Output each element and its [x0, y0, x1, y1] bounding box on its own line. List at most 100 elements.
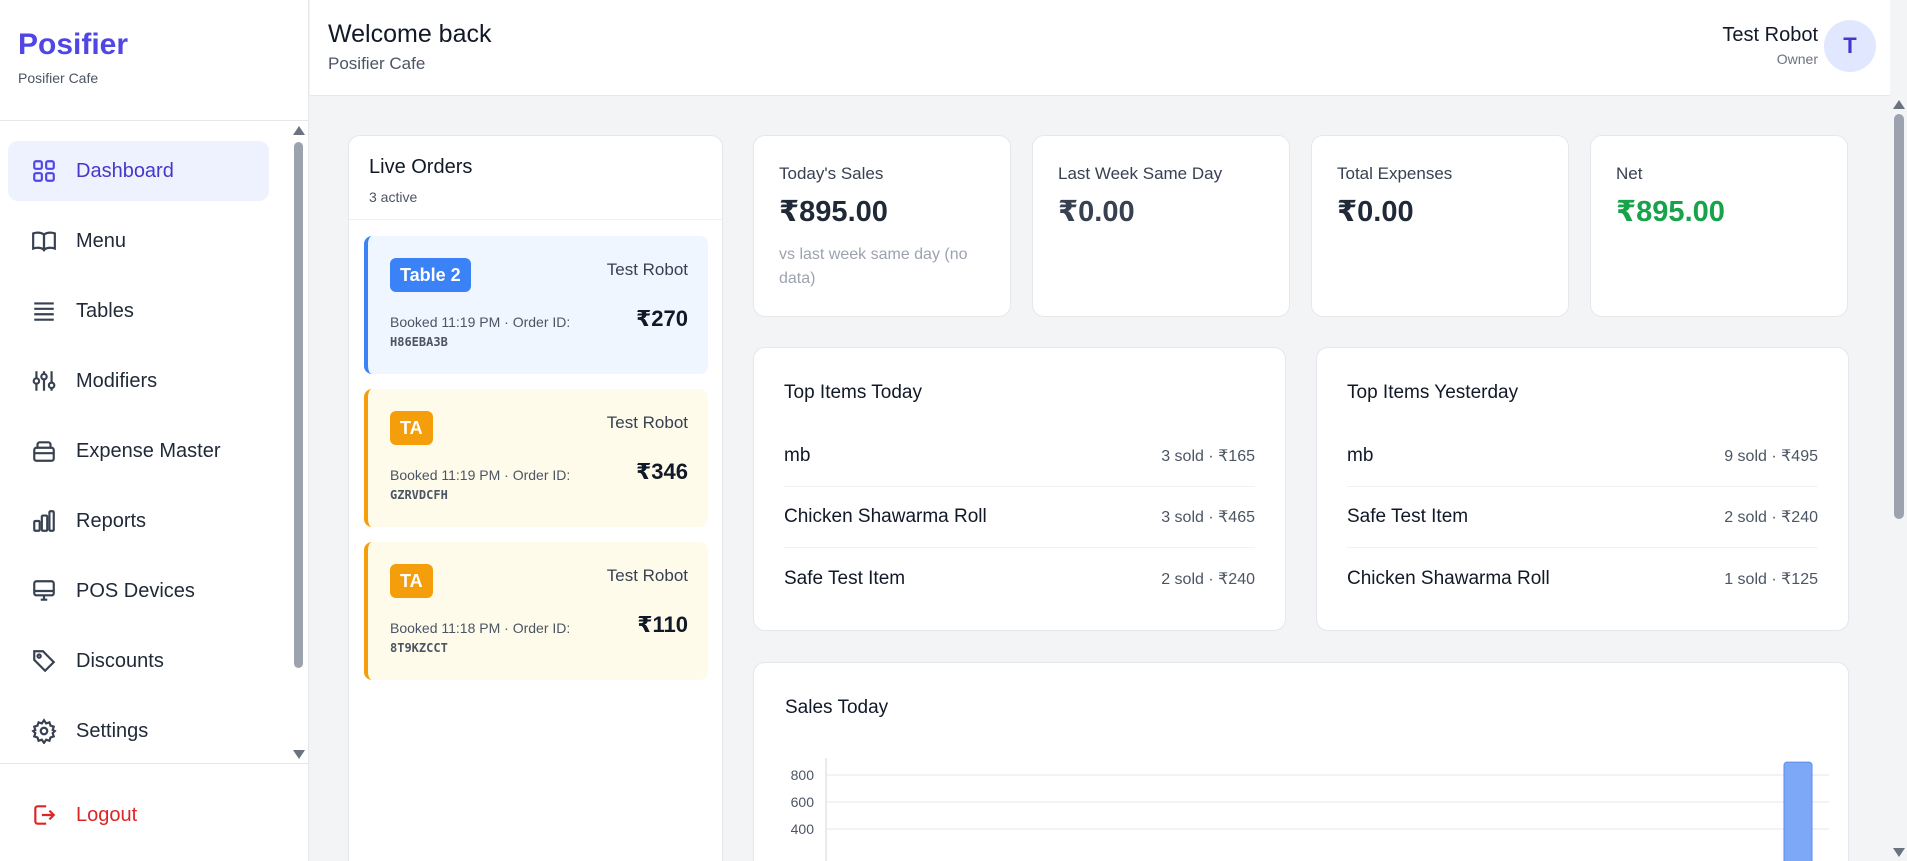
brand: Posifier Posifier Cafe — [0, 0, 308, 121]
order-card[interactable]: TA Test Robot Booked 11:19 PM · Order ID… — [364, 389, 708, 527]
live-orders-panel: Live Orders 3 active Table 2 Test Robot … — [348, 135, 723, 861]
sidebar-item-label: Settings — [76, 719, 149, 742]
sidebar-item-settings[interactable]: Settings — [8, 701, 269, 761]
scroll-up-icon[interactable] — [293, 126, 305, 135]
sales-chart: 800 600 400 — [791, 758, 1829, 861]
y-tick-label: 400 — [791, 821, 815, 837]
order-tag: TA — [390, 411, 433, 445]
stat-value: ₹895.00 — [1616, 196, 1725, 228]
stat-label: Net — [1616, 164, 1643, 183]
gear-icon — [30, 717, 58, 745]
divider — [0, 763, 309, 764]
scroll-up-icon[interactable] — [1893, 100, 1905, 109]
item-meta: 2 sold · ₹240 — [1161, 570, 1255, 588]
sidebar-item-tables[interactable]: Tables — [8, 281, 269, 341]
scroll-thumb[interactable] — [294, 142, 303, 668]
item-name: Chicken Shawarma Roll — [784, 506, 987, 527]
scroll-down-icon[interactable] — [1893, 848, 1905, 857]
card-title: Top Items Yesterday — [1347, 382, 1519, 403]
order-waiter: Test Robot — [606, 260, 688, 279]
item-meta: 2 sold · ₹240 — [1724, 509, 1818, 526]
sidebar-item-label: POS Devices — [76, 579, 195, 602]
tag-icon — [30, 647, 58, 675]
stat-card-last-week: Last Week Same Day ₹0.00 — [1032, 135, 1290, 317]
list-item: Chicken Shawarma Roll 3 sold · ₹465 — [784, 487, 1255, 548]
sidebar-item-reports[interactable]: Reports — [8, 491, 269, 551]
sidebar-item-dashboard[interactable]: Dashboard — [8, 141, 269, 201]
list-item: mb 9 sold · ₹495 — [1347, 426, 1818, 487]
stat-card-total-expenses: Total Expenses ₹0.00 — [1311, 135, 1569, 317]
order-card[interactable]: TA Test Robot Booked 11:18 PM · Order ID… — [364, 542, 708, 680]
order-amount: ₹270 — [635, 306, 688, 331]
sidebar-item-pos-devices[interactable]: POS Devices — [8, 561, 269, 621]
order-card[interactable]: Table 2 Test Robot Booked 11:19 PM · Ord… — [364, 236, 708, 374]
live-orders-title: Live Orders — [369, 156, 473, 178]
order-amount: ₹346 — [635, 459, 688, 484]
live-orders-header: Live Orders 3 active — [349, 136, 722, 220]
logout-label: Logout — [76, 803, 138, 826]
sidebar-nav: Dashboard Menu Tables Modifiers Expense … — [0, 122, 292, 762]
item-meta: 9 sold · ₹495 — [1724, 448, 1818, 465]
item-meta: 3 sold · ₹465 — [1161, 509, 1255, 526]
stat-card-net: Net ₹895.00 — [1590, 135, 1848, 317]
page-subtitle: Posifier Cafe — [328, 54, 426, 73]
wallet-icon — [30, 437, 58, 465]
sidebar-item-label: Discounts — [76, 649, 164, 672]
live-orders-count: 3 active — [369, 189, 418, 205]
top-items-today: Top Items Today mb 3 sold · ₹165 Chicken… — [753, 347, 1286, 631]
monitor-icon — [30, 577, 58, 605]
y-tick-label: 800 — [791, 767, 815, 783]
sidebar-item-menu[interactable]: Menu — [8, 211, 269, 271]
order-tag: Table 2 — [390, 258, 471, 292]
stat-label: Last Week Same Day — [1058, 164, 1223, 183]
stat-card-todays-sales: Today's Sales ₹895.00 vs last week same … — [753, 135, 1011, 317]
list-item: Safe Test Item 2 sold · ₹240 — [784, 548, 1255, 609]
sidebar: Posifier Posifier Cafe Dashboard Menu Ta… — [0, 0, 309, 861]
user-role: Owner — [1776, 51, 1818, 67]
page-title: Welcome back — [328, 20, 492, 48]
order-booked: Booked 11:19 PM · Order ID: — [390, 467, 571, 483]
stat-label: Total Expenses — [1337, 164, 1453, 183]
user-info[interactable]: Test Robot Owner — [1722, 24, 1818, 67]
scroll-thumb[interactable] — [1894, 114, 1904, 519]
order-id: GZRVDCFH — [390, 488, 448, 502]
item-name: Safe Test Item — [1347, 506, 1469, 527]
card-title: Top Items Today — [784, 382, 923, 403]
sliders-icon — [30, 367, 58, 395]
chart-bar[interactable] — [1783, 761, 1813, 861]
stat-value: ₹0.00 — [1058, 196, 1135, 228]
sidebar-item-label: Menu — [76, 229, 127, 252]
sales-today-card: Sales Today 800 600 400 — [753, 662, 1849, 861]
sidebar-scrollbar[interactable] — [292, 122, 306, 762]
sidebar-item-discounts[interactable]: Discounts — [8, 631, 269, 691]
bar-chart-icon — [30, 507, 58, 535]
item-name: mb — [1347, 445, 1374, 466]
logout-button[interactable]: Logout — [8, 785, 269, 845]
book-icon — [30, 227, 58, 255]
stat-value: ₹895.00 — [779, 196, 888, 228]
avatar[interactable]: T — [1824, 20, 1876, 72]
sidebar-item-label: Reports — [76, 509, 147, 532]
order-id: 8T9KZCCT — [390, 641, 448, 655]
sidebar-item-label: Tables — [76, 299, 134, 322]
order-booked: Booked 11:18 PM · Order ID: — [390, 620, 571, 636]
order-waiter: Test Robot — [606, 566, 688, 585]
item-meta: 1 sold · ₹125 — [1724, 570, 1818, 588]
order-tag: TA — [390, 564, 433, 598]
sidebar-item-label: Modifiers — [76, 369, 158, 392]
brand-subtitle: Posifier Cafe — [18, 70, 99, 86]
main-scrollbar[interactable] — [1890, 96, 1907, 861]
scroll-down-icon[interactable] — [293, 750, 305, 759]
brand-name[interactable]: Posifier — [18, 28, 290, 62]
top-header: Welcome back Posifier Cafe Test Robot Ow… — [310, 0, 1890, 96]
order-waiter: Test Robot — [606, 413, 688, 432]
item-name: Safe Test Item — [784, 567, 906, 589]
list-icon — [30, 297, 58, 325]
sidebar-item-expense-master[interactable]: Expense Master — [8, 421, 269, 481]
item-meta: 3 sold · ₹165 — [1161, 448, 1255, 465]
y-tick-label: 600 — [791, 794, 815, 810]
sidebar-item-modifiers[interactable]: Modifiers — [8, 351, 269, 411]
list-item: Safe Test Item 2 sold · ₹240 — [1347, 487, 1818, 548]
stat-label: Today's Sales — [779, 164, 884, 183]
order-id: H86EBA3B — [390, 335, 448, 349]
